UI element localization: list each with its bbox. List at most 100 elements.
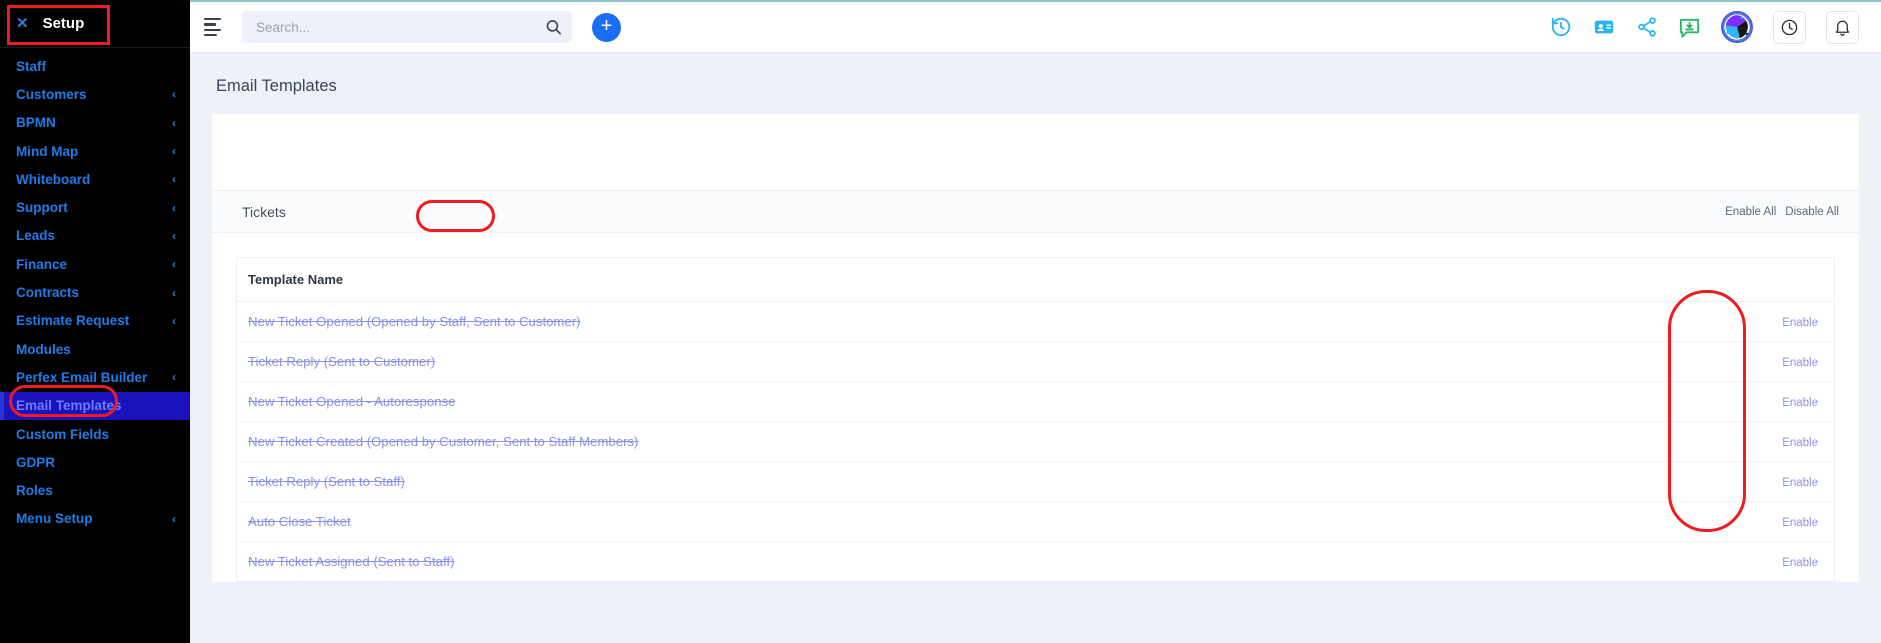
chevron-left-icon: ‹ — [172, 200, 176, 215]
disable-all-link[interactable]: Disable All — [1785, 206, 1839, 218]
sidebar-item-customers[interactable]: Customers ‹ — [0, 80, 190, 108]
sidebar-item-bpmn[interactable]: BPMN ‹ — [0, 109, 190, 137]
enable-link[interactable]: Enable — [1782, 557, 1818, 569]
search-icon[interactable] — [545, 19, 562, 36]
sidebar-title: Setup — [42, 15, 85, 32]
bell-notification-icon[interactable] — [1826, 10, 1859, 44]
table-row: Ticket Reply (Sent to Staff) Enable — [236, 461, 1835, 502]
user-avatar-pinwheel[interactable] — [1721, 11, 1753, 43]
sidebar-item-perfex-email-builder[interactable]: Perfex Email Builder ‹ — [0, 363, 190, 391]
sidebar-item-label: Staff — [16, 58, 46, 74]
sidebar-item-contracts[interactable]: Contracts ‹ — [0, 278, 190, 306]
contact-card-icon[interactable] — [1592, 16, 1615, 39]
table-row: New Ticket Created (Opened by Customer, … — [236, 421, 1835, 462]
tabs-row: Tickets Enable All Disable All — [212, 190, 1859, 233]
sidebar-item-staff[interactable]: Staff — [0, 52, 190, 80]
column-action — [1617, 257, 1835, 302]
sidebar-item-label: Custom Fields — [16, 426, 110, 442]
enable-link[interactable]: Enable — [1782, 317, 1818, 329]
sidebar-item-leads[interactable]: Leads ‹ — [0, 222, 190, 250]
clock-icon[interactable] — [1773, 10, 1806, 44]
sidebar-item-label: Customers — [16, 86, 87, 102]
sidebar-item-whiteboard[interactable]: Whiteboard ‹ — [0, 165, 190, 193]
sidebar-item-estimate-request[interactable]: Estimate Request ‹ — [0, 307, 190, 335]
template-name-cell: Ticket Reply (Sent to Staff) — [236, 461, 1618, 502]
sidebar-item-label: Roles — [16, 483, 53, 499]
template-name-link[interactable]: New Ticket Opened (Opened by Staff, Sent… — [248, 314, 581, 329]
tab-tickets[interactable]: Tickets — [236, 204, 292, 220]
sidebar-item-modules[interactable]: Modules — [0, 335, 190, 363]
search-container — [242, 11, 572, 43]
chevron-left-icon: ‹ — [172, 370, 176, 385]
sidebar-item-label: Finance — [16, 256, 68, 272]
sidebar-item-roles[interactable]: Roles — [0, 476, 190, 504]
chevron-left-icon: ‹ — [172, 228, 176, 243]
email-templates-panel: Tickets Enable All Disable All Template … — [212, 114, 1859, 582]
table-row: Auto Close Ticket Enable — [236, 501, 1835, 542]
sidebar-item-label: GDPR — [16, 454, 56, 470]
template-action-cell: Enable — [1617, 541, 1835, 582]
sidebar-item-email-templates[interactable]: Email Templates — [0, 391, 190, 421]
sidebar-item-label: Menu Setup — [16, 511, 93, 527]
app-root: ✕ Setup Staff Customers ‹ BPMN ‹ Mind Map ‹ Whi… — [0, 0, 1881, 643]
sidebar-item-menu-setup[interactable]: Menu Setup ‹ — [0, 505, 190, 533]
close-icon[interactable]: ✕ — [16, 16, 29, 31]
template-name-link[interactable]: New Ticket Created (Opened by Customer, … — [248, 434, 638, 449]
enable-link[interactable]: Enable — [1782, 397, 1818, 409]
template-action-cell: Enable — [1617, 301, 1835, 342]
table-header-row: Template Name — [236, 257, 1835, 302]
sidebar-item-label: Whiteboard — [16, 171, 91, 187]
chevron-left-icon: ‹ — [172, 285, 176, 300]
template-name-cell: New Ticket Assigned (Sent to Staff) — [236, 541, 1618, 582]
chat-message-icon[interactable] — [1678, 16, 1701, 39]
template-name-link[interactable]: Auto Close Ticket — [248, 514, 351, 529]
sidebar-item-gdpr[interactable]: GDPR — [0, 448, 190, 476]
add-new-button[interactable]: + — [592, 12, 621, 42]
template-name-link[interactable]: Ticket Reply (Sent to Customer) — [248, 354, 435, 369]
column-template-name: Template Name — [236, 257, 1618, 302]
sidebar-nav: Staff Customers ‹ BPMN ‹ Mind Map ‹ Whiteboard ‹… — [0, 48, 190, 533]
enable-all-link[interactable]: Enable All — [1725, 206, 1776, 218]
plus-icon: + — [600, 15, 613, 37]
template-name-link[interactable]: New Ticket Assigned (Sent to Staff) — [248, 554, 454, 569]
chevron-left-icon: ‹ — [172, 144, 176, 159]
sidebar-item-support[interactable]: Support ‹ — [0, 193, 190, 221]
table-row: New Ticket Opened (Opened by Staff, Sent… — [236, 301, 1835, 342]
chevron-left-icon: ‹ — [172, 87, 176, 102]
panel-top-spacer — [212, 114, 1859, 190]
top-bar-icons — [1549, 10, 1859, 44]
template-name-cell: Ticket Reply (Sent to Customer) — [236, 341, 1618, 382]
table-body: New Ticket Opened (Opened by Staff, Sent… — [236, 301, 1835, 582]
enable-link[interactable]: Enable — [1782, 437, 1818, 449]
sidebar-item-custom-fields[interactable]: Custom Fields — [0, 420, 190, 448]
enable-link[interactable]: Enable — [1782, 477, 1818, 489]
main-area: + — [190, 0, 1881, 643]
chevron-left-icon: ‹ — [172, 313, 176, 328]
bulk-actions: Enable All Disable All — [1725, 206, 1839, 218]
sidebar-item-label: Support — [16, 200, 68, 216]
template-name-cell: Auto Close Ticket — [236, 501, 1618, 542]
sidebar-item-mind-map[interactable]: Mind Map ‹ — [0, 137, 190, 165]
sidebar-item-label: Leads — [16, 228, 56, 244]
enable-link[interactable]: Enable — [1782, 517, 1818, 529]
sidebar-item-finance[interactable]: Finance ‹ — [0, 250, 190, 278]
sidebar-item-label: Contracts — [16, 285, 80, 301]
template-name-cell: New Ticket Created (Opened by Customer, … — [236, 421, 1618, 462]
search-input[interactable] — [242, 11, 572, 43]
sidebar-item-label: Perfex Email Builder — [16, 369, 148, 385]
share-icon[interactable] — [1635, 16, 1658, 39]
sidebar-item-label: Estimate Request — [16, 313, 130, 329]
hamburger-icon[interactable] — [204, 15, 228, 39]
chevron-left-icon: ‹ — [172, 257, 176, 272]
template-name-link[interactable]: Ticket Reply (Sent to Staff) — [248, 474, 405, 489]
chevron-left-icon: ‹ — [172, 511, 176, 526]
template-name-link[interactable]: New Ticket Opened - Autoresponse — [248, 394, 455, 409]
template-action-cell: Enable — [1617, 501, 1835, 542]
table-row: New Ticket Assigned (Sent to Staff) Enabl… — [236, 541, 1835, 582]
sidebar-item-label: Mind Map — [16, 143, 79, 159]
templates-table-container: Template Name New Ticket Opened (Opened … — [212, 233, 1859, 582]
enable-link[interactable]: Enable — [1782, 357, 1818, 369]
history-clock-icon[interactable] — [1549, 16, 1572, 39]
table-row: New Ticket Opened - Autoresponse Enable — [236, 381, 1835, 422]
sidebar-header[interactable]: ✕ Setup — [0, 0, 190, 48]
